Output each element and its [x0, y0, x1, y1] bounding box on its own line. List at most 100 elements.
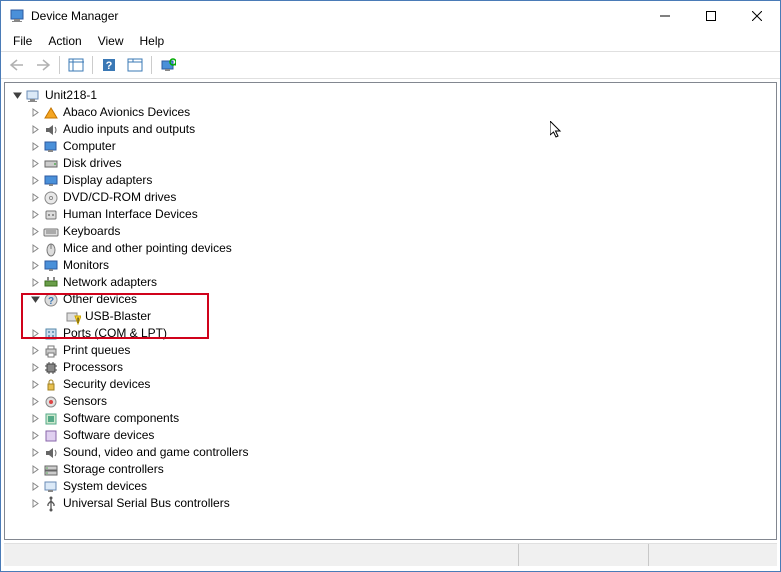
expander-icon[interactable]: [27, 241, 43, 257]
tree-category[interactable]: DVD/CD-ROM drives: [5, 189, 776, 206]
expander-icon[interactable]: [27, 224, 43, 240]
tree-category[interactable]: Audio inputs and outputs: [5, 121, 776, 138]
tree-category[interactable]: Sensors: [5, 393, 776, 410]
expander-icon[interactable]: [27, 275, 43, 291]
expander-icon[interactable]: [27, 428, 43, 444]
tree-label: System devices: [63, 478, 147, 495]
tree-category[interactable]: Processors: [5, 359, 776, 376]
menu-view[interactable]: View: [90, 32, 132, 50]
device-tree[interactable]: Unit218-1 Abaco Avionics DevicesAudio in…: [4, 82, 777, 540]
menu-action[interactable]: Action: [40, 32, 89, 50]
expander-icon[interactable]: [27, 445, 43, 461]
tree-label: Security devices: [63, 376, 150, 393]
maximize-button[interactable]: [688, 1, 734, 31]
svg-text:?: ?: [106, 60, 113, 72]
tree-label: USB-Blaster: [85, 308, 151, 325]
tree-label: Universal Serial Bus controllers: [63, 495, 230, 512]
tree-category[interactable]: Storage controllers: [5, 461, 776, 478]
tree-category[interactable]: Ports (COM & LPT): [5, 325, 776, 342]
tree-label: Disk drives: [63, 155, 122, 172]
svg-text:?: ?: [48, 296, 54, 307]
menu-help[interactable]: Help: [132, 32, 173, 50]
tree-label: Keyboards: [63, 223, 120, 240]
expander-icon[interactable]: [27, 411, 43, 427]
status-pane: [4, 544, 518, 566]
tree-category[interactable]: Software components: [5, 410, 776, 427]
status-pane: [518, 544, 648, 566]
expander-icon[interactable]: [27, 207, 43, 223]
tree-category[interactable]: Computer: [5, 138, 776, 155]
status-pane: [648, 544, 778, 566]
tree-label: Sensors: [63, 393, 107, 410]
tree-category[interactable]: Monitors: [5, 257, 776, 274]
expander-icon[interactable]: [27, 343, 43, 359]
toolbar-separator: [151, 56, 152, 74]
tree-category[interactable]: Sound, video and game controllers: [5, 444, 776, 461]
expander-icon[interactable]: [27, 496, 43, 512]
toolbar: ?: [1, 51, 780, 79]
expander-icon[interactable]: [27, 190, 43, 206]
device-warning-icon: !: [65, 309, 81, 325]
category-icon: [43, 360, 59, 376]
tree-label: Monitors: [63, 257, 109, 274]
tree-category[interactable]: Software devices: [5, 427, 776, 444]
expander-icon[interactable]: [27, 326, 43, 342]
back-button[interactable]: [5, 54, 29, 76]
category-icon: [43, 156, 59, 172]
expander-icon[interactable]: [27, 377, 43, 393]
scan-hardware-button[interactable]: [156, 54, 180, 76]
category-icon: [43, 479, 59, 495]
tree-category[interactable]: System devices: [5, 478, 776, 495]
help-button[interactable]: ?: [97, 54, 121, 76]
forward-button[interactable]: [31, 54, 55, 76]
properties-button[interactable]: [123, 54, 147, 76]
category-icon: [43, 275, 59, 291]
tree-category[interactable]: Print queues: [5, 342, 776, 359]
category-icon: [43, 224, 59, 240]
tree-category[interactable]: ?Other devices: [5, 291, 776, 308]
category-icon: ?: [43, 292, 59, 308]
tree-category[interactable]: Disk drives: [5, 155, 776, 172]
category-icon: [43, 190, 59, 206]
tree-label: Network adapters: [63, 274, 157, 291]
category-icon: [43, 173, 59, 189]
expander-icon[interactable]: [27, 360, 43, 376]
expander-icon[interactable]: [27, 394, 43, 410]
tree-device[interactable]: !USB-Blaster: [5, 308, 776, 325]
category-icon: [43, 394, 59, 410]
minimize-button[interactable]: [642, 1, 688, 31]
expander-icon[interactable]: [27, 173, 43, 189]
category-icon: [43, 462, 59, 478]
tree-label: Human Interface Devices: [63, 206, 198, 223]
expander-icon[interactable]: [27, 258, 43, 274]
expander-icon[interactable]: [27, 479, 43, 495]
expander-icon[interactable]: [27, 139, 43, 155]
close-button[interactable]: [734, 1, 780, 31]
expander-icon[interactable]: [9, 88, 25, 104]
tree-category[interactable]: Universal Serial Bus controllers: [5, 495, 776, 512]
tree-category[interactable]: Human Interface Devices: [5, 206, 776, 223]
expander-icon[interactable]: [27, 105, 43, 121]
tree-category[interactable]: Keyboards: [5, 223, 776, 240]
tree-category[interactable]: Display adapters: [5, 172, 776, 189]
menu-file[interactable]: File: [5, 32, 40, 50]
category-icon: [43, 411, 59, 427]
expander-icon[interactable]: [27, 122, 43, 138]
category-icon: [43, 241, 59, 257]
tree-label: DVD/CD-ROM drives: [63, 189, 176, 206]
tree-label: Ports (COM & LPT): [63, 325, 167, 342]
category-icon: [43, 326, 59, 342]
category-icon: [43, 343, 59, 359]
tree-root[interactable]: Unit218-1: [5, 87, 776, 104]
tree-category[interactable]: Network adapters: [5, 274, 776, 291]
tree-category[interactable]: Abaco Avionics Devices: [5, 104, 776, 121]
expander-icon[interactable]: [27, 156, 43, 172]
expander-icon[interactable]: [27, 462, 43, 478]
category-icon: [43, 207, 59, 223]
expander-icon[interactable]: [27, 292, 43, 308]
show-hide-tree-button[interactable]: [64, 54, 88, 76]
tree-category[interactable]: Mice and other pointing devices: [5, 240, 776, 257]
expander-spacer: [49, 309, 65, 325]
category-icon: [43, 377, 59, 393]
tree-category[interactable]: Security devices: [5, 376, 776, 393]
